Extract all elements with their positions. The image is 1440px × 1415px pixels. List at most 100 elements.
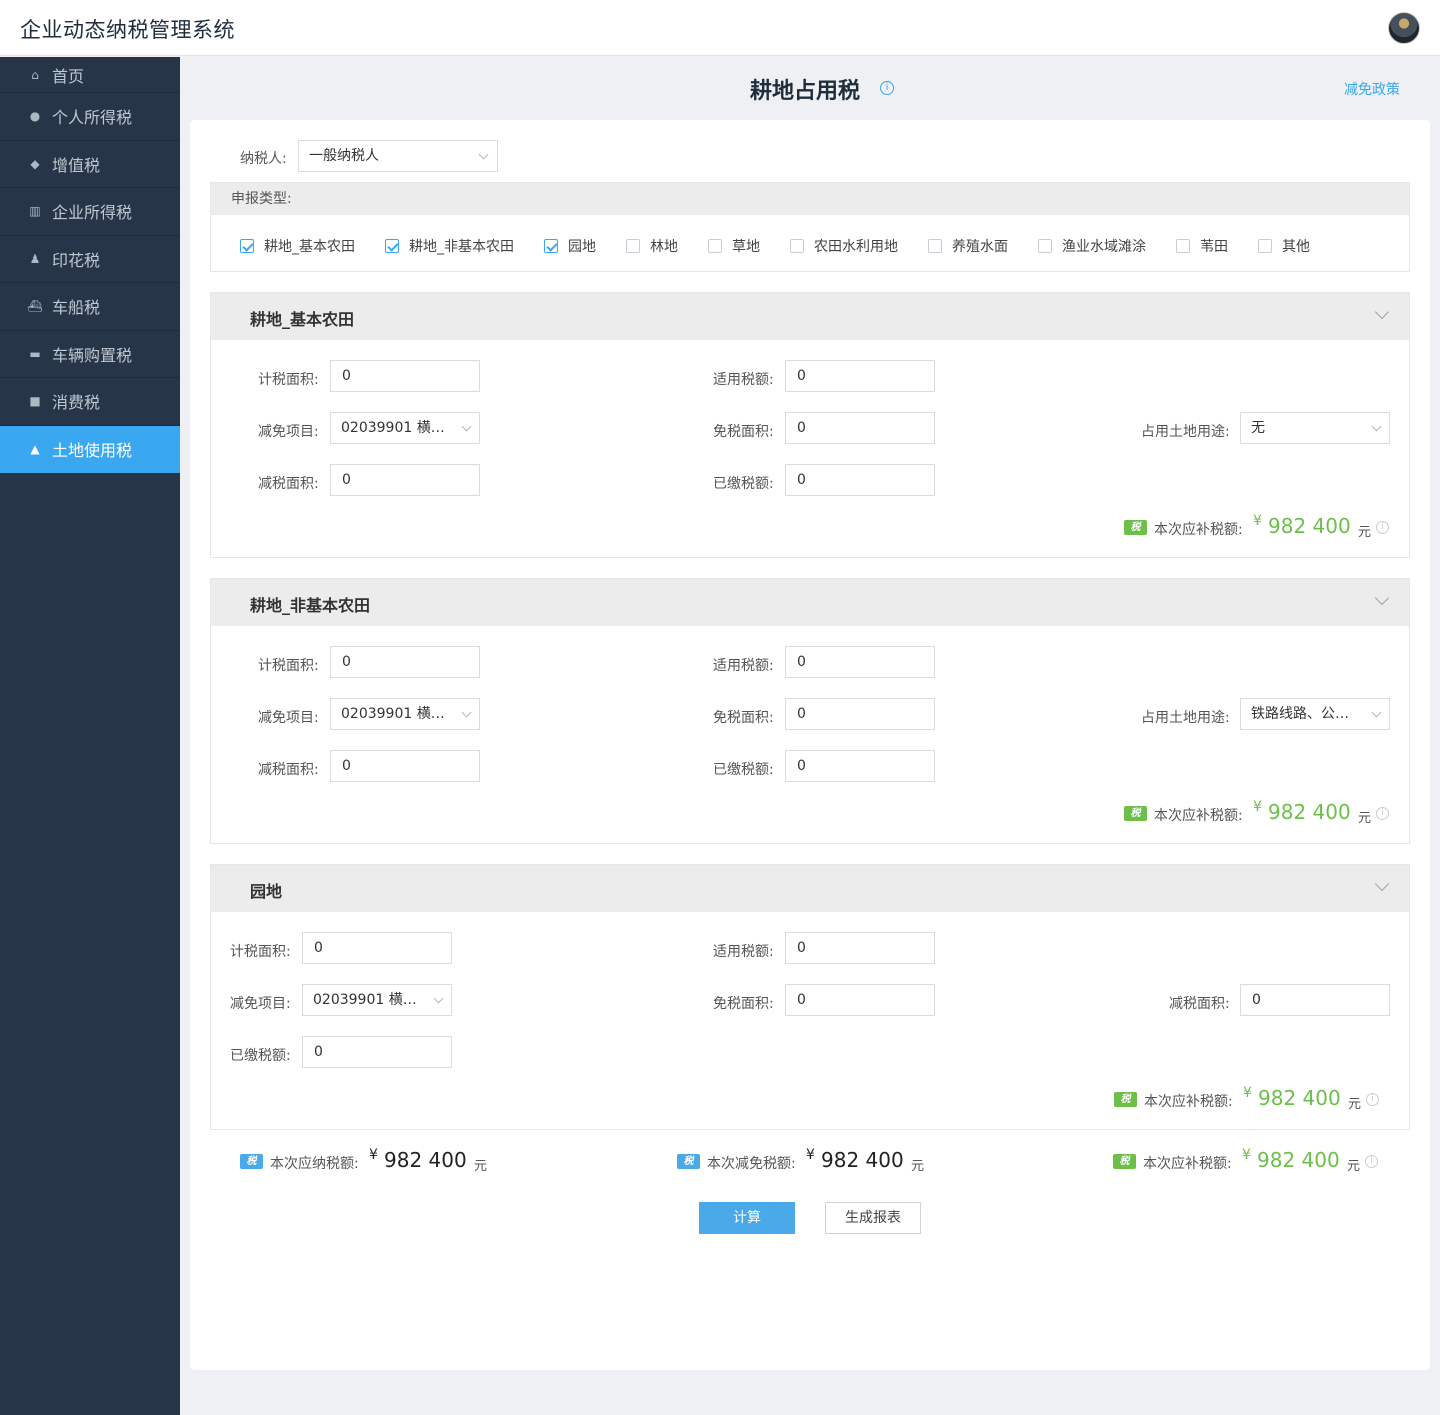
exempt-area-input[interactable]: 0	[785, 984, 935, 1016]
unit-label: 元	[911, 1159, 925, 1174]
supplement-label: 本次应补税额:	[1154, 522, 1243, 538]
paid-tax-label: 已缴税额:	[230, 1048, 291, 1064]
sidebar-item-label: 车船税	[52, 298, 101, 318]
collapse-chevron-icon[interactable]	[1374, 304, 1390, 320]
section-header[interactable]: 耕地_非基本农田	[211, 579, 1409, 626]
taxable-area-input[interactable]: 0	[302, 932, 452, 964]
declare-type-label: 申报类型:	[211, 183, 1409, 215]
paid-tax-label: 已缴税额:	[713, 476, 774, 492]
section-title: 耕地_基本农田	[250, 310, 355, 329]
sidebar-item-label: 土地使用税	[52, 440, 133, 460]
reduction-amount: 982 400	[821, 1148, 904, 1172]
exemption-item-select[interactable]: 02039901 横琴 ...	[330, 412, 480, 444]
checkbox-checked-icon	[240, 239, 254, 253]
collapse-chevron-icon[interactable]	[1374, 876, 1390, 892]
car-icon: ▬	[29, 346, 41, 361]
calculate-button[interactable]: 计算	[699, 1202, 795, 1234]
payable-amount: 982 400	[384, 1148, 467, 1172]
policy-link[interactable]: 减免政策	[1344, 79, 1400, 99]
taxpayer-label: 纳税人:	[240, 151, 287, 167]
currency-symbol: ¥	[1243, 1085, 1252, 1101]
applicable-rate-input[interactable]: 0	[785, 646, 935, 678]
info-icon[interactable]: i	[1365, 1155, 1378, 1168]
currency-symbol: ¥	[1242, 1147, 1251, 1163]
paid-tax-input[interactable]: 0	[302, 1036, 452, 1068]
paid-tax-input[interactable]: 0	[785, 464, 935, 496]
top-bar: 企业动态纳税管理系统	[0, 0, 1440, 56]
applicable-rate-input[interactable]: 0	[785, 932, 935, 964]
exemption-item-value: 02039901 横琴 ...	[341, 420, 463, 436]
sidebar-item-corporate-income-tax[interactable]: ▥ 企业所得税	[0, 188, 180, 236]
checkbox-unchecked-icon	[928, 239, 942, 253]
section-title: 耕地_非基本农田	[250, 596, 371, 615]
reduced-area-input[interactable]: 0	[330, 750, 480, 782]
unit-label: 元	[1348, 1097, 1362, 1112]
exemption-item-select[interactable]: 02039901 横琴 ...	[302, 984, 452, 1016]
applicable-rate-input[interactable]: 0	[785, 360, 935, 392]
sidebar-item-stamp-tax[interactable]: ♟ 印花税	[0, 236, 180, 283]
land-use-select[interactable]: 铁路线路、公路...	[1240, 698, 1390, 730]
sidebar: ⌂ 首页 ● 个人所得税 ◆ 增值税 ▥ 企业所得税 ♟ 印花税 ⛴ 车船税 ▬ 车辆购置税 …	[0, 57, 180, 1415]
avatar[interactable]	[1388, 12, 1420, 44]
checkbox-checked-icon	[385, 239, 399, 253]
sidebar-item-label: 车辆购置税	[52, 345, 133, 365]
checkbox-label: 养殖水面	[952, 239, 1008, 255]
taxable-area-label: 计税面积:	[258, 372, 319, 388]
checkbox-unchecked-icon	[626, 239, 640, 253]
checkbox-reed-field[interactable]: 苇田	[1176, 236, 1228, 256]
section-header[interactable]: 园地	[211, 865, 1409, 912]
currency-symbol: ¥	[369, 1147, 378, 1163]
checkbox-basic-farmland[interactable]: 耕地_基本农田	[240, 236, 355, 256]
checkbox-forest[interactable]: 林地	[626, 236, 678, 256]
info-icon[interactable]: i	[1376, 807, 1389, 820]
currency-symbol: ¥	[1253, 513, 1262, 529]
checkbox-checked-icon	[544, 239, 558, 253]
sidebar-item-home[interactable]: ⌂ 首页	[0, 57, 180, 93]
taxable-area-input[interactable]: 0	[330, 360, 480, 392]
sidebar-item-land-use-tax[interactable]: ▲ 土地使用税	[0, 425, 180, 473]
exemption-item-label: 减免项目:	[230, 996, 291, 1012]
taxable-area-input[interactable]: 0	[330, 646, 480, 678]
generate-report-button[interactable]: 生成报表	[825, 1202, 921, 1234]
checkbox-fishery-beach[interactable]: 渔业水域滩涂	[1038, 236, 1146, 256]
info-icon[interactable]: i	[880, 81, 894, 95]
reduced-area-input[interactable]: 0	[330, 464, 480, 496]
checkbox-other[interactable]: 其他	[1258, 236, 1310, 256]
land-use-select[interactable]: 无	[1240, 412, 1390, 444]
checkbox-garden[interactable]: 园地	[544, 236, 596, 256]
checkbox-label: 草地	[732, 239, 760, 255]
tax-badge-icon: 税	[1124, 520, 1147, 535]
taxpayer-value: 一般纳税人	[309, 148, 379, 164]
sidebar-item-vessel-tax[interactable]: ⛴ 车船税	[0, 283, 180, 331]
checkbox-label: 耕地_基本农田	[264, 239, 355, 255]
reduced-area-input[interactable]: 0	[1240, 984, 1390, 1016]
exemption-item-select[interactable]: 02039901 横琴 ...	[330, 698, 480, 730]
unit-label: 元	[1358, 525, 1372, 540]
unit-label: 元	[474, 1159, 488, 1174]
info-icon[interactable]: i	[1366, 1093, 1379, 1106]
sidebar-item-vehicle-purchase-tax[interactable]: ▬ 车辆购置税	[0, 331, 180, 378]
exempt-area-input[interactable]: 0	[785, 412, 935, 444]
checkbox-nonbasic-farmland[interactable]: 耕地_非基本农田	[385, 236, 514, 256]
declare-type-box: 申报类型:	[210, 182, 1410, 272]
checkbox-label: 渔业水域滩涂	[1062, 239, 1146, 255]
sidebar-item-personal-income-tax[interactable]: ● 个人所得税	[0, 93, 180, 141]
exempt-area-input[interactable]: 0	[785, 698, 935, 730]
sidebar-item-label: 印花税	[52, 250, 101, 270]
sidebar-item-vat[interactable]: ◆ 增值税	[0, 141, 180, 188]
bag-icon: ■	[29, 394, 41, 409]
checkbox-irrigation-land[interactable]: 农田水利用地	[790, 236, 898, 256]
section-header[interactable]: 耕地_基本农田	[211, 293, 1409, 340]
collapse-chevron-icon[interactable]	[1374, 590, 1390, 606]
paid-tax-input[interactable]: 0	[785, 750, 935, 782]
supplement-label: 本次应补税额:	[1154, 808, 1243, 824]
checkbox-grassland[interactable]: 草地	[708, 236, 760, 256]
checkbox-aquaculture-water[interactable]: 养殖水面	[928, 236, 1008, 256]
sidebar-item-label: 增值税	[52, 155, 101, 175]
app-title: 企业动态纳税管理系统	[20, 18, 235, 42]
info-icon[interactable]: i	[1376, 521, 1389, 534]
land-use-label: 占用土地用途:	[1141, 710, 1230, 726]
sidebar-item-consumption-tax[interactable]: ■ 消费税	[0, 378, 180, 426]
main-card: 纳税人: 一般纳税人 申报类型: 耕地_基本农田 耕地_非基本农田 园地 林地 …	[190, 120, 1430, 1370]
taxpayer-select[interactable]: 一般纳税人	[298, 140, 498, 172]
